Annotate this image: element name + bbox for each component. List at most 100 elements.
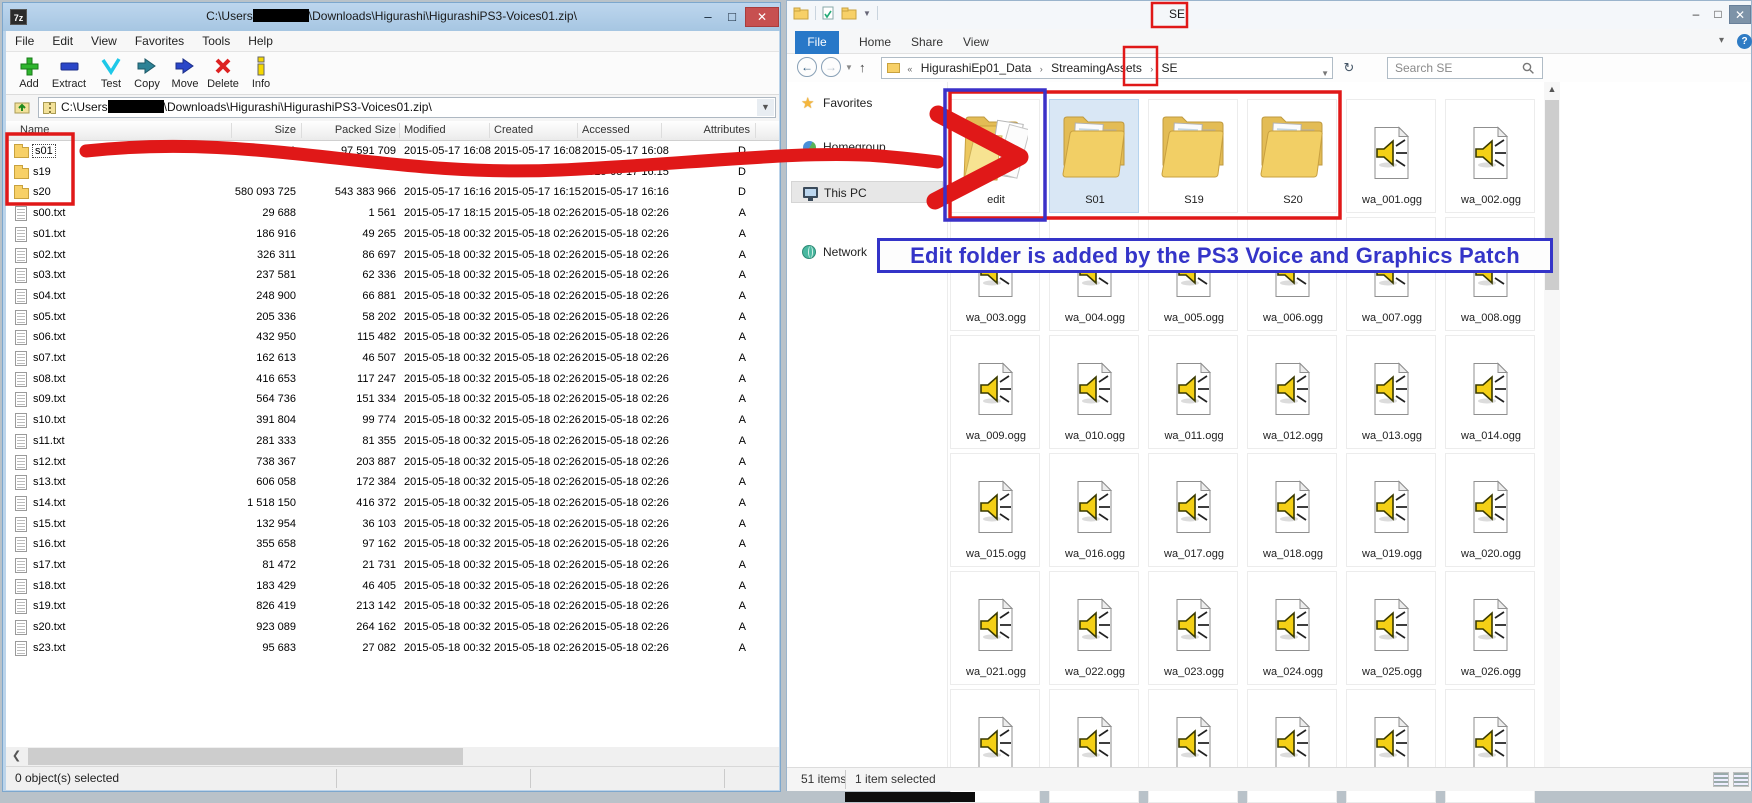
- archive-row-s07.txt[interactable]: s07.txt162 61346 5072015-05-18 00:322015…: [6, 349, 779, 369]
- maximize-button[interactable]: □: [721, 7, 743, 27]
- help-icon[interactable]: ?: [1737, 34, 1752, 49]
- menu-edit[interactable]: Edit: [43, 31, 82, 48]
- details-view-button[interactable]: [1713, 772, 1729, 787]
- file-tile-wa_010.ogg[interactable]: wa_010.ogg: [1049, 335, 1139, 449]
- file-tile-wa_005.ogg[interactable]: wa_005.ogg: [1148, 217, 1238, 331]
- breadcrumb-item[interactable]: StreamingAssets: [1048, 61, 1145, 75]
- archive-row-s20.txt[interactable]: s20.txt923 089264 1622015-05-18 00:32201…: [6, 618, 779, 638]
- column-header-modified[interactable]: Modified: [404, 124, 446, 136]
- up-button[interactable]: ↑: [859, 60, 866, 75]
- extract-button[interactable]: Extract: [50, 55, 88, 90]
- archive-row-s20[interactable]: s20580 093 725543 383 9662015-05-17 16:1…: [6, 183, 779, 203]
- archive-row-s13.txt[interactable]: s13.txt606 058172 3842015-05-18 00:32201…: [6, 473, 779, 493]
- ribbon-expand-chevron-icon[interactable]: ▾: [1719, 35, 1724, 46]
- sidebar-item-favorites[interactable]: ★ Favorites: [791, 92, 943, 114]
- scrollbar-thumb[interactable]: [28, 748, 463, 765]
- scroll-left-arrow-icon[interactable]: ❮: [8, 748, 25, 765]
- archive-row-s10.txt[interactable]: s10.txt391 80499 7742015-05-18 00:322015…: [6, 411, 779, 431]
- file-tile-wa_019.ogg[interactable]: wa_019.ogg: [1346, 453, 1436, 567]
- scroll-up-arrow-icon[interactable]: ▲: [1544, 84, 1560, 94]
- file-tile-wa_017.ogg[interactable]: wa_017.ogg: [1148, 453, 1238, 567]
- sidebar-item-homegroup[interactable]: Homegroup: [791, 136, 943, 158]
- file-tile-wa_016.ogg[interactable]: wa_016.ogg: [1049, 453, 1139, 567]
- minimize-button[interactable]: –: [1685, 5, 1707, 24]
- close-button[interactable]: ✕: [1729, 5, 1751, 24]
- file-tile-wa_011.ogg[interactable]: wa_011.ogg: [1148, 335, 1238, 449]
- search-input[interactable]: Search SE: [1387, 57, 1543, 79]
- file-tile-wa_012.ogg[interactable]: wa_012.ogg: [1247, 335, 1337, 449]
- breadcrumb-item-current[interactable]: SE: [1159, 61, 1181, 75]
- tab-home[interactable]: Home: [849, 31, 901, 54]
- tab-file[interactable]: File: [795, 31, 839, 54]
- archive-row-s03.txt[interactable]: s03.txt237 58162 3362015-05-18 00:322015…: [6, 266, 779, 286]
- file-tile-wa_004.ogg[interactable]: wa_004.ogg: [1049, 217, 1139, 331]
- file-tile-wa_018.ogg[interactable]: wa_018.ogg: [1247, 453, 1337, 567]
- archive-row-s01.txt[interactable]: s01.txt186 91649 2652015-05-18 00:322015…: [6, 225, 779, 245]
- archive-row-s00.txt[interactable]: s00.txt29 6881 5612015-05-17 18:152015-0…: [6, 204, 779, 224]
- archive-row-s08.txt[interactable]: s08.txt416 653117 2472015-05-18 00:32201…: [6, 370, 779, 390]
- menu-tools[interactable]: Tools: [193, 31, 239, 48]
- column-header-packed-size[interactable]: Packed Size: [306, 124, 396, 136]
- maximize-button[interactable]: □: [1707, 5, 1729, 24]
- file-tile-wa_003.ogg[interactable]: wa_003.ogg: [950, 217, 1040, 331]
- test-button[interactable]: Test: [92, 55, 130, 90]
- forward-button[interactable]: →: [821, 57, 841, 77]
- breadcrumb-item[interactable]: HigurashiEp01_Data: [918, 61, 1035, 75]
- menu-file[interactable]: File: [6, 31, 43, 48]
- sidebar-item-this-pc[interactable]: This PC: [791, 181, 943, 203]
- column-header-accessed[interactable]: Accessed: [582, 124, 630, 136]
- archive-row-s15.txt[interactable]: s15.txt132 95436 1032015-05-18 00:322015…: [6, 515, 779, 535]
- close-button[interactable]: ✕: [745, 7, 779, 27]
- column-header-attributes[interactable]: Attributes: [666, 124, 750, 136]
- file-tile-wa_007.ogg[interactable]: wa_007.ogg: [1346, 217, 1436, 331]
- list-column-headers[interactable]: Name Size Packed Size Modified Created A…: [6, 121, 779, 141]
- column-header-size[interactable]: Size: [236, 124, 296, 136]
- archive-row-s16.txt[interactable]: s16.txt355 65897 1622015-05-18 00:322015…: [6, 535, 779, 555]
- refresh-icon[interactable]: ↻: [1339, 58, 1359, 78]
- file-tile-S19[interactable]: S19: [1148, 99, 1238, 213]
- archive-row-s19[interactable]: s192015-05-17 16:142015-05-17 16:15D: [6, 163, 779, 183]
- file-tile-wa_024.ogg[interactable]: wa_024.ogg: [1247, 571, 1337, 685]
- address-dropdown-chevron-icon[interactable]: ▼: [1321, 64, 1329, 84]
- chevron-down-icon[interactable]: ▼: [863, 9, 871, 18]
- file-tile-wa_020.ogg[interactable]: wa_020.ogg: [1445, 453, 1535, 567]
- menu-favorites[interactable]: Favorites: [126, 31, 193, 48]
- archive-row-s04.txt[interactable]: s04.txt248 90066 8812015-05-18 00:322015…: [6, 287, 779, 307]
- archive-row-s11.txt[interactable]: s11.txt281 33381 3552015-05-18 00:322015…: [6, 432, 779, 452]
- archive-row-s23.txt[interactable]: s23.txt95 68327 0822015-05-18 00:322015-…: [6, 639, 779, 659]
- vertical-scrollbar[interactable]: ▲: [1544, 82, 1560, 767]
- tab-view[interactable]: View: [953, 31, 999, 54]
- properties-icon[interactable]: [822, 6, 835, 20]
- archive-row-s12.txt[interactable]: s12.txt738 367203 8872015-05-18 00:32201…: [6, 453, 779, 473]
- move-button[interactable]: Move: [166, 55, 204, 90]
- chevron-down-icon[interactable]: ▼: [757, 99, 774, 116]
- delete-button[interactable]: Delete: [204, 55, 242, 90]
- file-tile-wa_025.ogg[interactable]: wa_025.ogg: [1346, 571, 1436, 685]
- recent-locations-chevron-icon[interactable]: ▼: [845, 63, 853, 72]
- info-button[interactable]: Info: [242, 55, 280, 90]
- archive-row-s05.txt[interactable]: s05.txt205 33658 2022015-05-18 00:322015…: [6, 308, 779, 328]
- menu-view[interactable]: View: [82, 31, 126, 48]
- breadcrumb[interactable]: « HigurashiEp01_Data › StreamingAssets ›…: [881, 57, 1333, 79]
- add-button[interactable]: Add: [10, 55, 48, 90]
- archive-row-s01[interactable]: s01105 376 48197 591 7092015-05-17 16:08…: [6, 142, 779, 162]
- menu-help[interactable]: Help: [239, 31, 282, 48]
- file-tile-wa_008.ogg[interactable]: wa_008.ogg: [1445, 217, 1535, 331]
- file-tile-S20[interactable]: S20: [1247, 99, 1337, 213]
- archive-row-s09.txt[interactable]: s09.txt564 736151 3342015-05-18 00:32201…: [6, 390, 779, 410]
- column-header-name[interactable]: Name: [20, 124, 49, 136]
- file-tile-wa_013.ogg[interactable]: wa_013.ogg: [1346, 335, 1436, 449]
- file-tile-S01[interactable]: S01: [1049, 99, 1139, 213]
- file-tile-wa_015.ogg[interactable]: wa_015.ogg: [950, 453, 1040, 567]
- archive-row-s19.txt[interactable]: s19.txt826 419213 1422015-05-18 00:32201…: [6, 597, 779, 617]
- column-header-created[interactable]: Created: [494, 124, 533, 136]
- file-tile-wa_026.ogg[interactable]: wa_026.ogg: [1445, 571, 1535, 685]
- minimize-button[interactable]: –: [697, 7, 719, 27]
- file-tile-wa_021.ogg[interactable]: wa_021.ogg: [950, 571, 1040, 685]
- file-tile-wa_006.ogg[interactable]: wa_006.ogg: [1247, 217, 1337, 331]
- archive-row-s18.txt[interactable]: s18.txt183 42946 4052015-05-18 00:322015…: [6, 577, 779, 597]
- file-tile-wa_001.ogg[interactable]: wa_001.ogg: [1346, 99, 1436, 213]
- archive-row-s17.txt[interactable]: s17.txt81 47221 7312015-05-18 00:322015-…: [6, 556, 779, 576]
- file-tile-wa_022.ogg[interactable]: wa_022.ogg: [1049, 571, 1139, 685]
- folder-up-icon[interactable]: [14, 100, 30, 114]
